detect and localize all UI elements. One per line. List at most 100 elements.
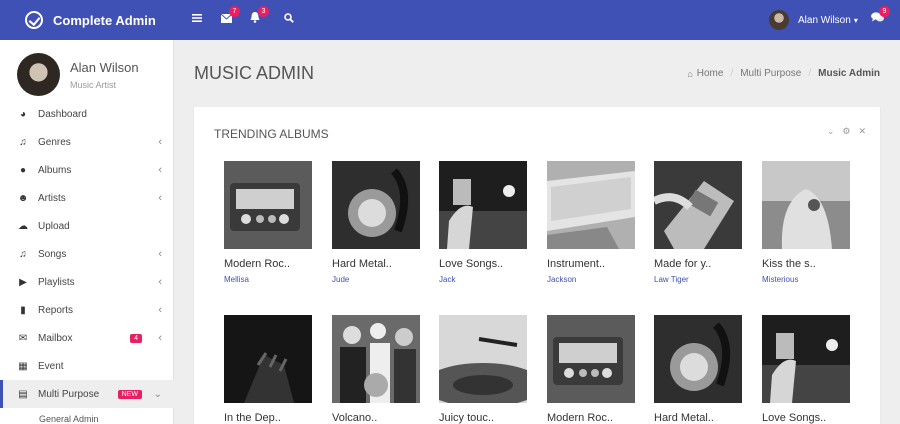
microphone-icon: ● — [19, 164, 27, 176]
breadcrumb: ⌂ Home / Multi Purpose / Music Admin — [687, 68, 880, 79]
sidebar-item-label: Genres — [38, 136, 71, 148]
music-note-icon: ♫ — [19, 136, 27, 148]
sidebar-item-label: Songs — [38, 248, 67, 260]
menu-toggle-icon[interactable] — [192, 12, 208, 28]
album-card[interactable]: Hard Metal.. — [654, 315, 744, 424]
chevron-left-icon: ‹ — [158, 164, 162, 176]
album-card[interactable]: Modern Roc.. — [547, 315, 637, 424]
album-cover[interactable] — [654, 315, 742, 403]
gear-icon[interactable]: ⚙ — [842, 126, 850, 137]
sidebar-item-multi-purpose[interactable]: ▤ Multi Purpose NEW ⌄ — [0, 380, 174, 408]
sidebar-subitem-general-admin[interactable]: General Admin — [39, 414, 99, 424]
album-cover[interactable] — [332, 161, 420, 249]
album-title: Instrument.. — [547, 258, 606, 270]
breadcrumb-separator: / — [730, 68, 734, 79]
profile-name[interactable]: Alan Wilson — [70, 60, 139, 75]
sidebar-item-event[interactable]: ▦ Event — [0, 352, 174, 380]
chat-badge: 9 — [879, 6, 890, 17]
album-artist[interactable]: Mellisa — [224, 275, 314, 284]
album-cover[interactable] — [439, 315, 527, 403]
avatar — [769, 10, 789, 30]
album-card[interactable]: Juicy touc.. — [439, 315, 529, 424]
sidebar-item-upload[interactable]: ☁ Upload — [0, 212, 174, 240]
album-title: In the Dep.. — [224, 412, 281, 424]
chevron-left-icon: ‹ — [158, 248, 162, 260]
dashboard-icon: ◕ — [19, 108, 27, 120]
sidebar-item-artists[interactable]: ☻ Artists ‹ — [0, 184, 174, 212]
album-title: Hard Metal.. — [332, 258, 392, 270]
bar-chart-icon: ▮ — [20, 304, 26, 316]
sidebar: Alan Wilson Music Artist ◕ Dashboard ♫ G… — [0, 40, 174, 424]
sidebar-item-playlists[interactable]: ▶ Playlists ‹ — [0, 268, 174, 296]
sidebar-item-songs[interactable]: ♫ Songs ‹ — [0, 240, 174, 268]
album-card[interactable]: Love Songs.. Jack — [439, 161, 529, 284]
sidebar-item-albums[interactable]: ● Albums ‹ — [0, 156, 174, 184]
album-artist[interactable]: Jude — [332, 275, 422, 284]
check-circle-logo-icon — [25, 11, 43, 29]
sidebar-item-label: Albums — [38, 164, 72, 176]
search-icon — [284, 13, 294, 23]
album-title: Love Songs.. — [762, 412, 827, 424]
album-cover[interactable] — [547, 315, 635, 403]
album-cover[interactable] — [332, 315, 420, 403]
users-icon: ☻ — [17, 192, 29, 204]
chevron-left-icon: ‹ — [158, 276, 162, 288]
album-title: Volcano.. — [332, 412, 378, 424]
sidebar-item-dashboard[interactable]: ◕ Dashboard — [0, 100, 174, 128]
sidebar-item-label: Artists — [38, 192, 66, 204]
album-artist[interactable]: Misterious — [762, 275, 852, 284]
top-username: Alan Wilson — [798, 14, 851, 26]
sidebar-item-genres[interactable]: ♫ Genres ‹ — [0, 128, 174, 156]
album-cover[interactable] — [224, 315, 312, 403]
breadcrumb-multi-purpose[interactable]: Multi Purpose — [740, 68, 801, 79]
album-artist[interactable]: Jack — [439, 275, 529, 284]
album-artist[interactable]: Jackson — [547, 275, 637, 284]
brand-name: Complete Admin — [53, 12, 156, 28]
collapse-icon[interactable]: ⌄ — [827, 126, 835, 137]
sidebar-item-label: Dashboard — [38, 108, 87, 120]
album-cover[interactable] — [439, 161, 527, 249]
sidebar-item-label: Reports — [38, 304, 74, 316]
album-card[interactable]: Kiss the s.. Misterious — [762, 161, 852, 284]
album-title: Love Songs.. — [439, 258, 504, 270]
avatar[interactable] — [17, 53, 60, 96]
mail-badge: 7 — [229, 6, 240, 17]
album-card[interactable]: Love Songs.. — [762, 315, 852, 424]
album-title: Hard Metal.. — [654, 412, 714, 424]
album-title: Kiss the s.. — [762, 258, 816, 270]
album-card[interactable]: Modern Roc.. Mellisa — [224, 161, 314, 284]
album-cover[interactable] — [762, 161, 850, 249]
envelope-icon: ✉ — [18, 332, 28, 344]
breadcrumb-home[interactable]: Home — [697, 68, 724, 79]
notifications-button[interactable]: 3 — [250, 6, 269, 28]
album-card[interactable]: Made for y.. Law Tiger — [654, 161, 744, 284]
calendar-icon: ▦ — [18, 360, 28, 372]
top-navbar: Complete Admin 7 3 Alan Wilson ▾ 9 — [0, 0, 900, 40]
album-cover[interactable] — [654, 161, 742, 249]
sidebar-item-mailbox[interactable]: ✉ Mailbox 4 ‹ — [0, 324, 174, 352]
album-title: Juicy touc.. — [439, 412, 495, 424]
chat-button[interactable]: 9 — [871, 6, 890, 28]
home-icon: ⌂ — [687, 68, 693, 79]
album-card[interactable]: Instrument.. Jackson — [547, 161, 637, 284]
sidebar-item-label: Multi Purpose — [38, 388, 100, 400]
album-cover[interactable] — [762, 315, 850, 403]
album-card[interactable]: Hard Metal.. Jude — [332, 161, 422, 284]
album-cover[interactable] — [547, 161, 635, 249]
brand[interactable]: Complete Admin — [25, 0, 156, 40]
album-artist[interactable]: Law Tiger — [654, 275, 744, 284]
profile-role: Music Artist — [70, 80, 117, 90]
search-button[interactable] — [284, 12, 300, 28]
mail-button[interactable]: 7 — [220, 6, 240, 28]
sidebar-item-label: Mailbox — [38, 332, 73, 344]
album-cover[interactable] — [224, 161, 312, 249]
chevron-left-icon: ‹ — [158, 304, 162, 316]
breadcrumb-current: Music Admin — [818, 68, 880, 79]
album-card[interactable]: Volcano.. — [332, 315, 422, 424]
user-menu[interactable]: Alan Wilson ▾ — [769, 10, 858, 30]
trending-albums-panel: TRENDING ALBUMS ⌄ ⚙ ✕ Modern Roc.. Melli… — [194, 107, 880, 424]
album-card[interactable]: In the Dep.. — [224, 315, 314, 424]
chevron-down-icon: ▾ — [853, 15, 858, 25]
sidebar-item-reports[interactable]: ▮ Reports ‹ — [0, 296, 174, 324]
close-icon[interactable]: ✕ — [858, 126, 866, 137]
